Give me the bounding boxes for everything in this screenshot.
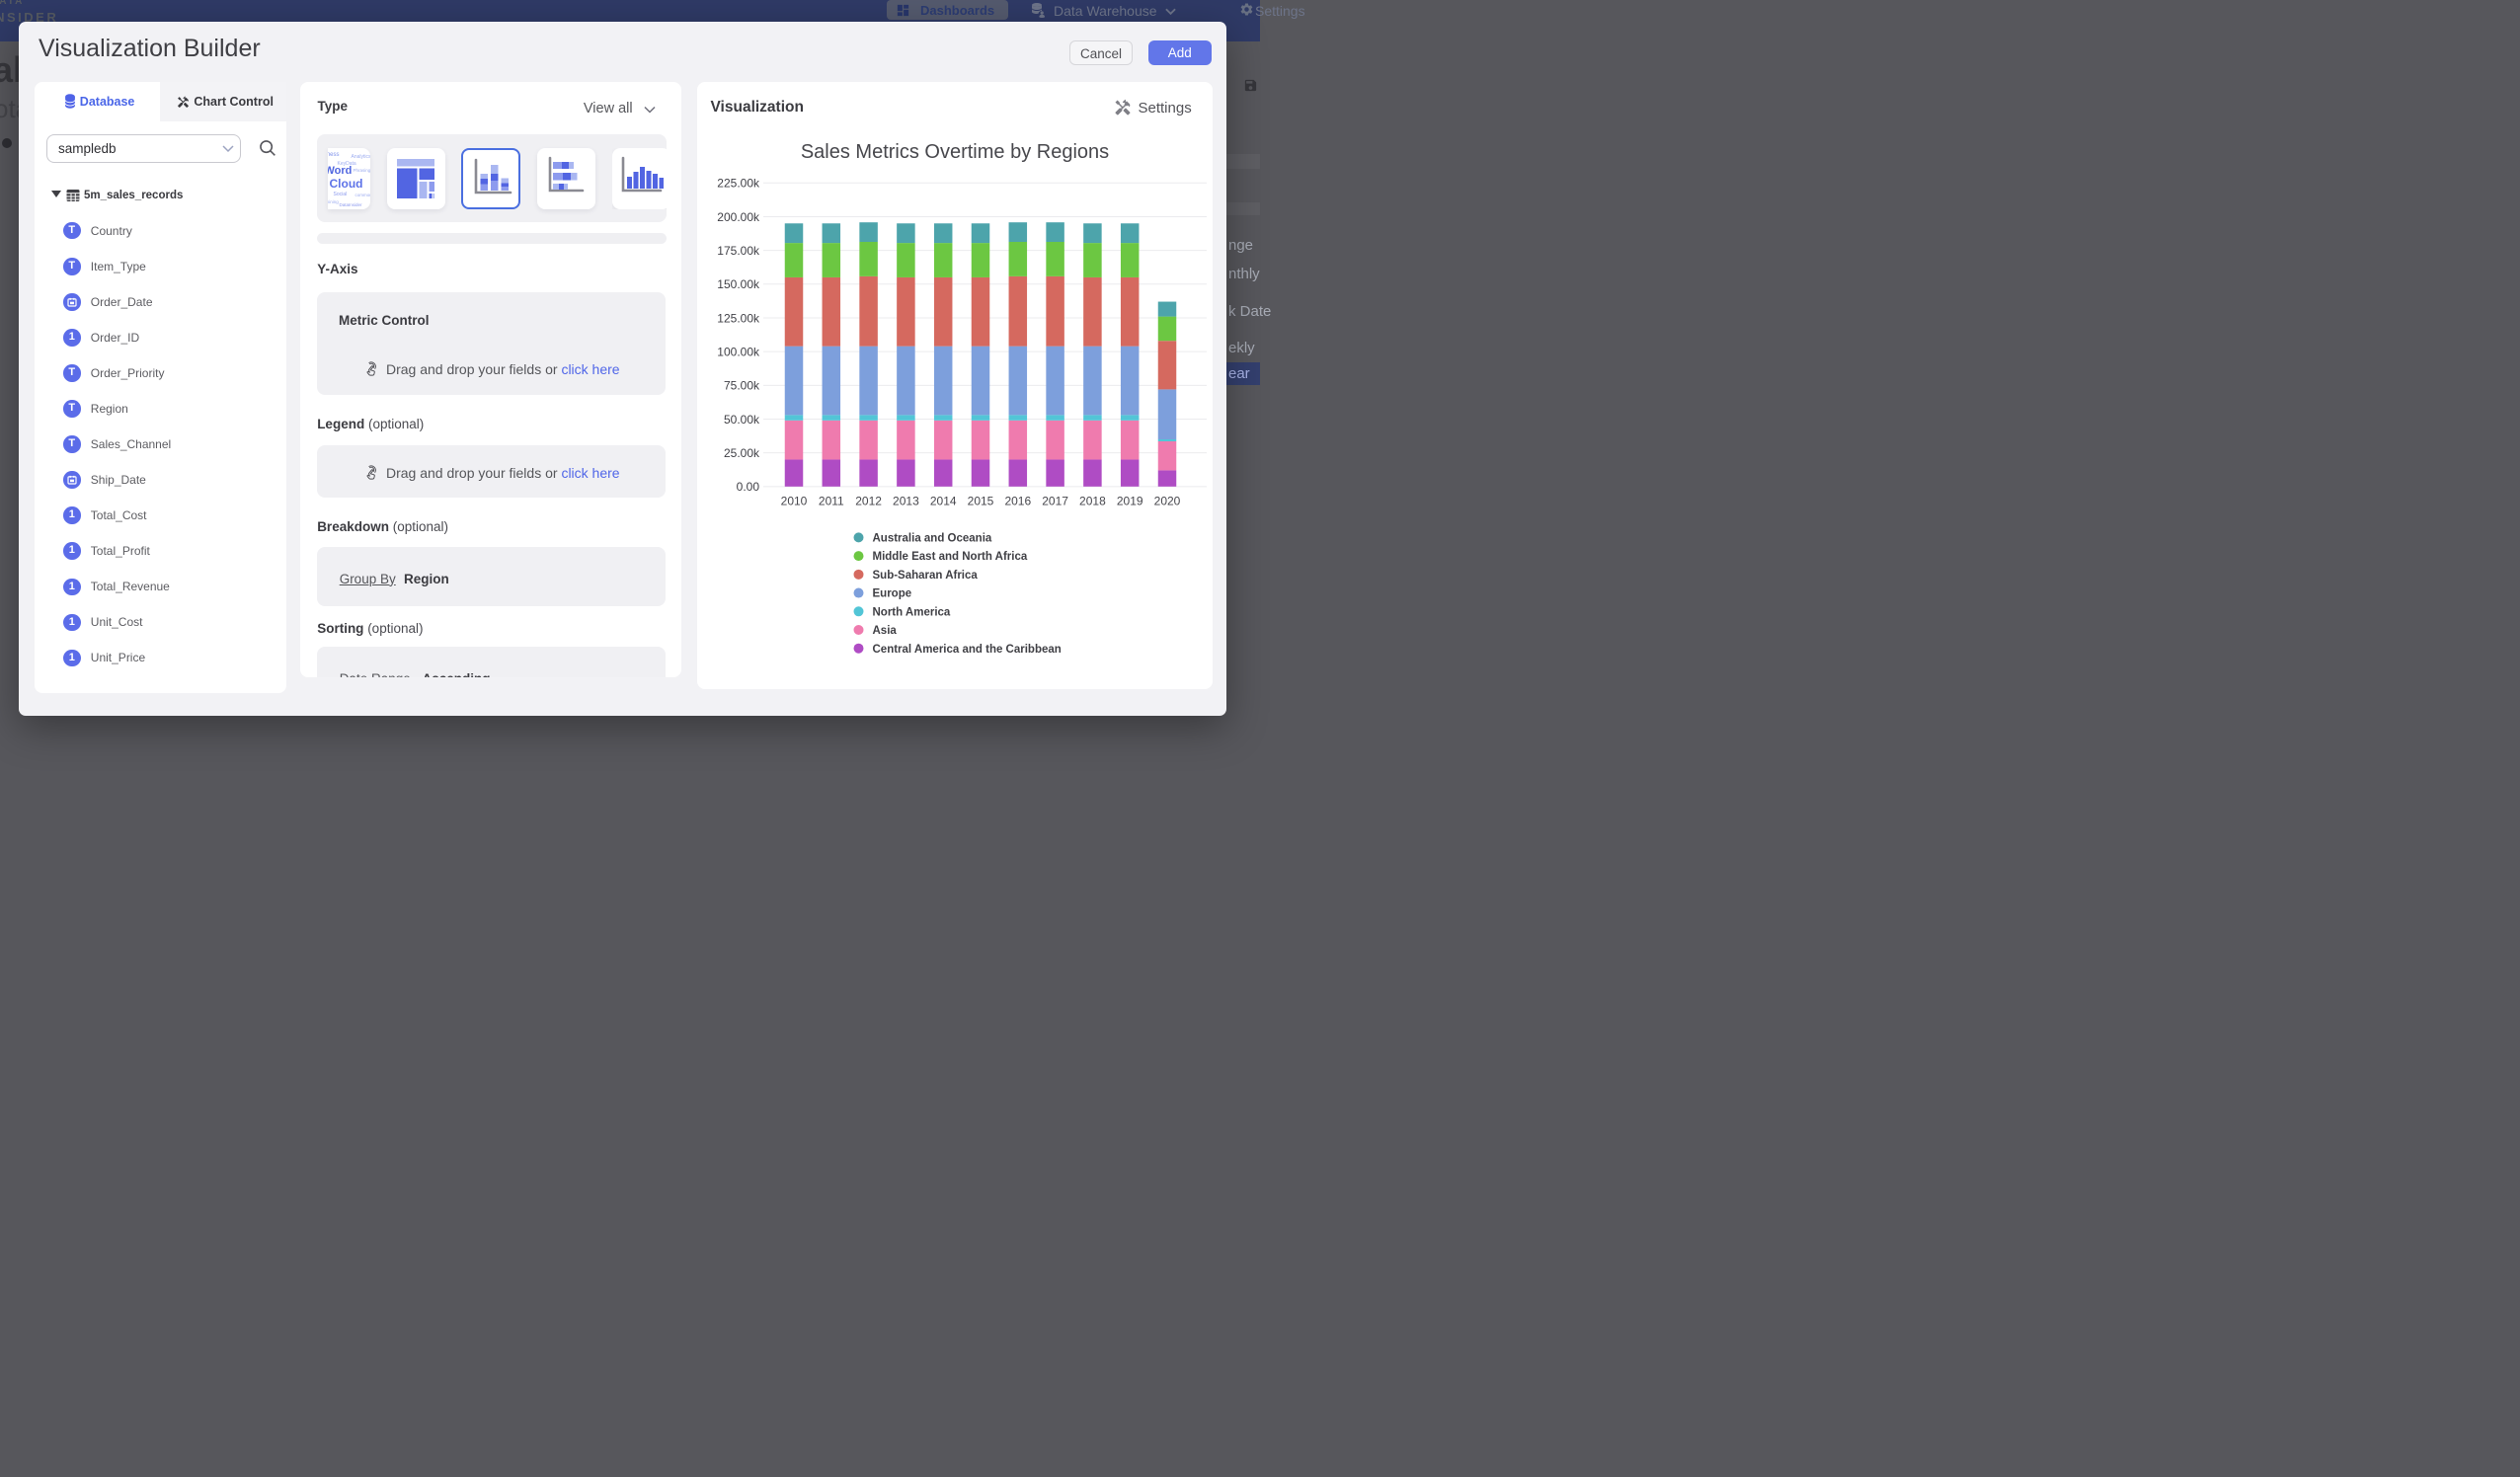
svg-text:225.00k: 225.00k [717,176,760,190]
svg-text:100.00k: 100.00k [717,345,760,358]
svg-text:2016: 2016 [1004,494,1031,507]
svg-text:200.00k: 200.00k [717,209,760,223]
svg-text:125.00k: 125.00k [717,311,760,325]
svg-text:2013: 2013 [893,494,919,507]
svg-text:2011: 2011 [819,494,844,507]
svg-text:Sub-Saharan Africa: Sub-Saharan Africa [873,569,979,581]
svg-text:2018: 2018 [1079,494,1106,507]
svg-text:2010: 2010 [781,494,808,507]
svg-text:150.00k: 150.00k [717,277,760,291]
svg-text:0.00: 0.00 [737,480,760,494]
svg-text:50.00k: 50.00k [724,412,760,426]
svg-text:Australia and Oceania: Australia and Oceania [873,532,992,544]
svg-text:25.00k: 25.00k [724,445,760,459]
svg-text:75.00k: 75.00k [724,378,760,392]
svg-text:2014: 2014 [930,494,957,507]
svg-text:Middle East and North Africa: Middle East and North Africa [873,551,1028,563]
svg-text:North America: North America [873,606,951,618]
svg-text:Central America and the Caribb: Central America and the Caribbean [873,643,1062,655]
svg-text:175.00k: 175.00k [717,243,760,257]
svg-text:2019: 2019 [1117,494,1143,507]
svg-text:Europe: Europe [873,587,912,599]
svg-text:2020: 2020 [1154,494,1181,507]
svg-text:Asia: Asia [873,625,898,637]
svg-text:2012: 2012 [855,494,882,507]
svg-text:2015: 2015 [968,494,994,507]
svg-text:2017: 2017 [1042,494,1068,507]
